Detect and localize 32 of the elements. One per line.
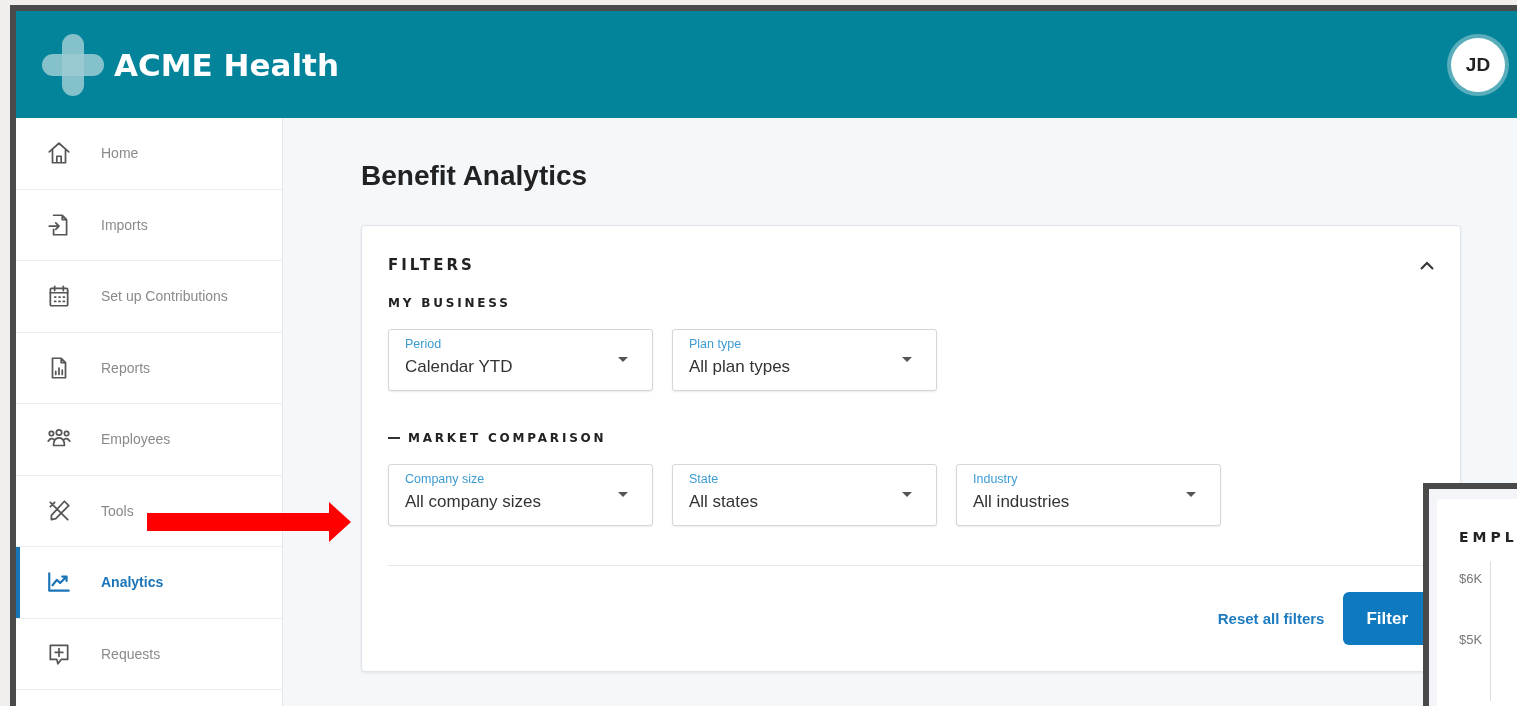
axis-tick-label: $5K — [1459, 632, 1483, 647]
dropdown-field[interactable]: State All states — [672, 464, 937, 526]
caret-icon — [902, 357, 912, 362]
caret-icon — [618, 492, 628, 497]
calendar-icon — [46, 283, 72, 310]
section-heading: MARKET COMPARISON — [408, 431, 607, 445]
sidebar-item[interactable]: Imports — [16, 189, 282, 261]
tools-icon — [46, 497, 72, 524]
page-title: Benefit Analytics — [361, 160, 589, 192]
sidebar-item[interactable]: Reports — [16, 332, 282, 404]
user-avatar[interactable]: JD — [1451, 37, 1505, 92]
brand-name: ACME Health — [114, 46, 339, 83]
caret-icon — [618, 357, 628, 362]
chart-title: EMPL — [1459, 529, 1517, 545]
chevron-up-icon[interactable] — [1420, 260, 1434, 270]
sidebar-item[interactable]: Analytics — [16, 547, 282, 619]
axis-tick-label: $6K — [1459, 571, 1483, 586]
caret-icon — [1186, 492, 1196, 497]
filters-heading: FILTERS — [388, 256, 475, 274]
sidebar-item[interactable]: Set up Contributions — [16, 261, 282, 333]
cross-logo-icon — [42, 33, 104, 96]
caret-icon — [902, 492, 912, 497]
sidebar-item[interactable]: Requests — [16, 618, 282, 690]
sidebar-item[interactable]: Employees — [16, 404, 282, 476]
section-heading: MY BUSINESS — [388, 296, 511, 310]
dropdown-field[interactable]: Company size All company sizes — [388, 464, 653, 526]
dropdown-field[interactable]: Plan type All plan types — [672, 329, 937, 391]
dropdown-field[interactable]: Period Calendar YTD — [388, 329, 653, 391]
sidebar-item[interactable]: Home — [16, 118, 282, 190]
reset-filters-link[interactable]: Reset all filters — [1217, 610, 1325, 627]
dropdown-field[interactable]: Industry All industries — [956, 464, 1221, 526]
home-icon — [46, 140, 72, 167]
